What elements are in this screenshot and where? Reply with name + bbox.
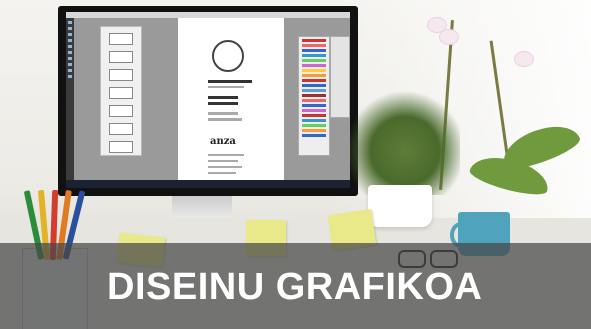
banner-scene: anza DISEINU GRAFIKOA — [0, 0, 591, 329]
document-page: anza — [178, 18, 284, 188]
plant-pot — [368, 185, 432, 227]
orchid-flower — [428, 18, 446, 32]
monitor: anza — [58, 6, 358, 196]
document-brand-logo: anza — [210, 136, 236, 147]
potted-plant — [350, 85, 460, 195]
pages-panel — [100, 26, 142, 156]
document-logo-icon — [212, 40, 244, 72]
os-taskbar — [66, 180, 350, 188]
tools-panel — [66, 18, 74, 180]
swatches-panel — [298, 36, 330, 156]
properties-panel — [330, 36, 350, 118]
monitor-screen: anza — [66, 12, 350, 188]
orchid-flower — [440, 30, 458, 44]
orchid-flower — [515, 52, 533, 66]
banner-title: DISEINU GRAFIKOA — [107, 266, 483, 308]
